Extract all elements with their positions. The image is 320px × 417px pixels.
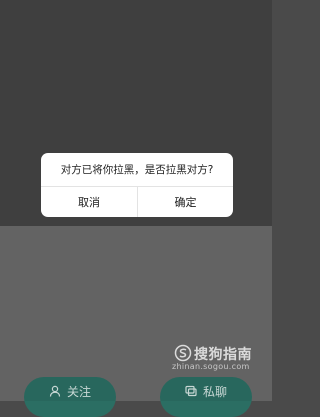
cancel-button[interactable]: 取消	[41, 187, 137, 217]
block-confirm-dialog: 对方已将你拉黑，是否拉黑对方? 取消 确定	[41, 153, 233, 217]
confirm-button[interactable]: 确定	[138, 187, 233, 217]
dialog-message: 对方已将你拉黑，是否拉黑对方?	[60, 164, 214, 176]
